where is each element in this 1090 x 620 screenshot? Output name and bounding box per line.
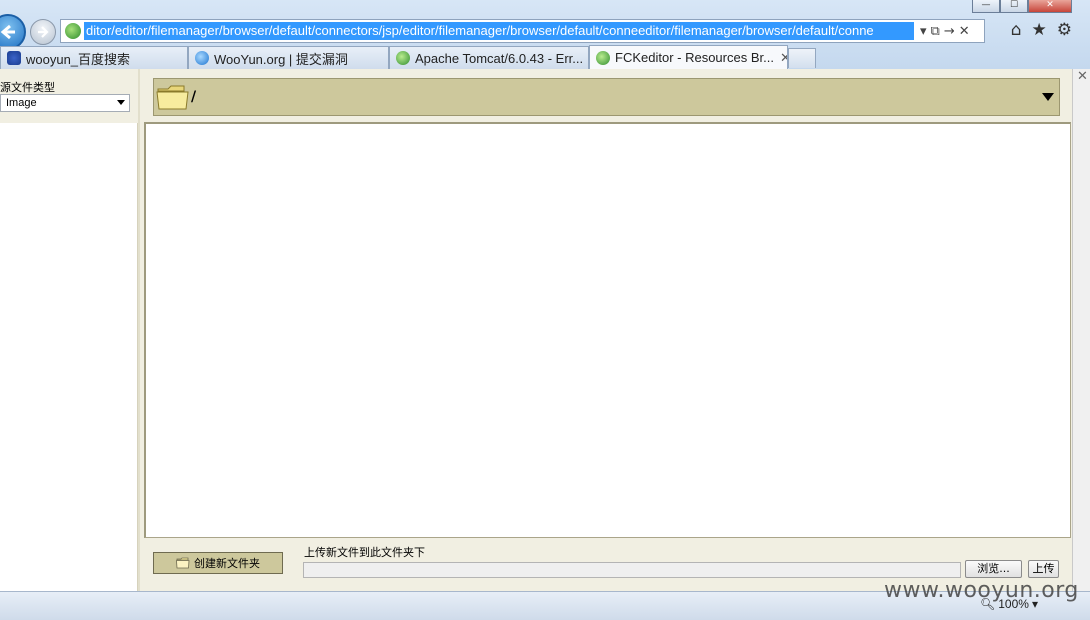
right-scroll-strip: ✕ bbox=[1072, 69, 1090, 591]
stop-icon[interactable]: ✕ bbox=[959, 24, 970, 39]
resource-type-pane: 源文件类型 Image bbox=[0, 69, 140, 591]
globe-icon bbox=[596, 50, 610, 65]
fckeditor-resource-browser: 源文件类型 Image / 创建新文件夹 上传新文件到此文件夹下 浏览... 上… bbox=[0, 69, 1072, 591]
address-url[interactable]: ditor/editor/filemanager/browser/default… bbox=[84, 22, 914, 40]
globe-icon bbox=[396, 51, 410, 65]
tab-label: wooyun_百度搜索 bbox=[26, 51, 131, 67]
watermark: www.wooyun.org bbox=[884, 578, 1079, 603]
tab-wooyun[interactable]: WooYun.org | 提交漏洞 bbox=[188, 46, 389, 69]
file-list-area bbox=[144, 122, 1071, 538]
arrow-left-icon bbox=[0, 24, 15, 40]
arrow-right-icon bbox=[38, 26, 49, 38]
window-controls: — ☐ ✕ bbox=[972, 0, 1072, 14]
dropdown-icon[interactable]: ▾ bbox=[920, 24, 927, 39]
chevron-down-icon bbox=[117, 100, 125, 105]
close-icon[interactable]: ✕ bbox=[1077, 69, 1088, 84]
create-folder-label: 创建新文件夹 bbox=[194, 557, 260, 570]
minimize-button[interactable]: — bbox=[972, 0, 1000, 13]
resource-type-value: Image bbox=[6, 97, 37, 109]
tab-baidu[interactable]: wooyun_百度搜索 bbox=[0, 46, 188, 69]
tab-label: FCKeditor - Resources Br... bbox=[615, 50, 774, 65]
tab-tomcat[interactable]: Apache Tomcat/6.0.43 - Err... bbox=[389, 46, 589, 69]
upload-file-input[interactable] bbox=[303, 562, 961, 578]
favorites-star-icon[interactable]: ★ bbox=[1032, 20, 1047, 40]
close-window-button[interactable]: ✕ bbox=[1028, 0, 1072, 13]
folder-icon bbox=[156, 85, 189, 110]
resource-type-label: 源文件类型 bbox=[0, 81, 55, 94]
gear-icon[interactable]: ⚙ bbox=[1057, 20, 1072, 40]
maximize-button[interactable]: ☐ bbox=[1000, 0, 1028, 13]
go-icon[interactable]: → bbox=[944, 24, 955, 39]
address-tools: ▾ ⧉ → ✕ bbox=[920, 24, 970, 39]
close-tab-icon[interactable]: ✕ bbox=[780, 50, 787, 66]
tab-label: Apache Tomcat/6.0.43 - Err... bbox=[415, 50, 584, 66]
browse-button[interactable]: 浏览... bbox=[965, 560, 1022, 578]
resource-type-select[interactable]: Image bbox=[0, 94, 130, 112]
address-bar[interactable]: ditor/editor/filemanager/browser/default… bbox=[60, 19, 985, 43]
forward-button[interactable] bbox=[30, 19, 56, 45]
site-globe-icon bbox=[65, 23, 81, 39]
home-icon[interactable]: ⌂ bbox=[1011, 20, 1022, 40]
baidu-paw-icon bbox=[7, 51, 21, 65]
ie-icon bbox=[195, 51, 209, 65]
folder-tree-area bbox=[0, 123, 138, 591]
create-folder-button[interactable]: 创建新文件夹 bbox=[153, 552, 283, 574]
upload-label: 上传新文件到此文件夹下 bbox=[304, 546, 425, 559]
chevron-down-icon[interactable] bbox=[1042, 93, 1054, 101]
upload-button[interactable]: 上传 bbox=[1028, 560, 1059, 578]
folder-icon bbox=[176, 557, 190, 569]
browser-toolbar-right: ⌂ ★ ⚙ bbox=[1011, 20, 1072, 40]
current-folder-bar[interactable]: / bbox=[153, 78, 1060, 116]
new-tab-button[interactable] bbox=[788, 48, 816, 68]
compatibility-icon[interactable]: ⧉ bbox=[931, 24, 940, 39]
tab-fckeditor[interactable]: FCKeditor - Resources Br... ✕ bbox=[589, 45, 788, 69]
browser-chrome: — ☐ ✕ ditor/editor/filemanager/browser/d… bbox=[0, 0, 1090, 70]
current-folder-path: / bbox=[191, 89, 197, 105]
tab-label: WooYun.org | 提交漏洞 bbox=[214, 51, 348, 67]
tab-strip: wooyun_百度搜索 WooYun.org | 提交漏洞 Apache Tom… bbox=[0, 45, 1090, 69]
